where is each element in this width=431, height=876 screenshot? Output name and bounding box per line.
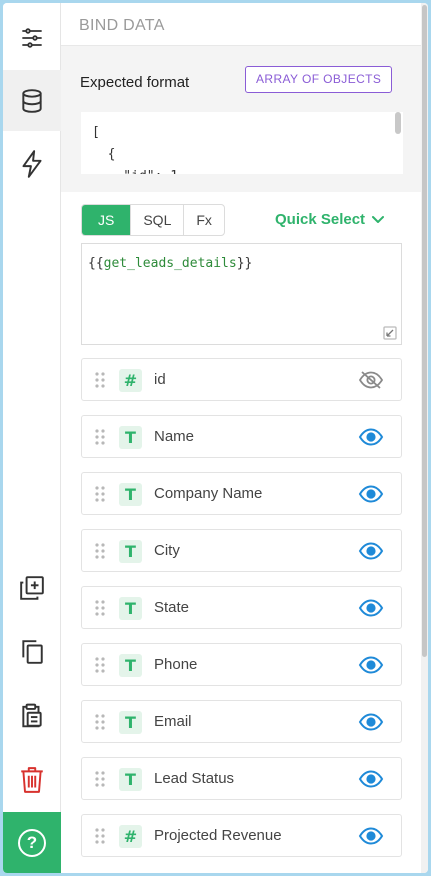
code-open-braces: {{ <box>88 256 104 271</box>
eye-icon[interactable] <box>358 597 384 624</box>
preview-scrollbar[interactable] <box>395 112 401 134</box>
column-name: id <box>154 371 166 388</box>
column-name: Projected Revenue <box>154 827 282 844</box>
preview-line: "id": 1 <box>92 166 403 174</box>
code-editor[interactable]: {{get_leads_details}} <box>81 243 402 345</box>
drag-handle-icon[interactable] <box>94 599 106 622</box>
drag-handle-icon[interactable] <box>94 656 106 679</box>
drag-handle-icon[interactable] <box>94 713 106 736</box>
panel-scrollbar[interactable] <box>421 3 428 873</box>
left-rail: ? <box>3 3 61 873</box>
drag-handle-icon[interactable] <box>94 485 106 508</box>
drag-handle-icon[interactable] <box>94 542 106 565</box>
column-row[interactable]: T Lead Status <box>81 757 402 800</box>
column-row[interactable]: T Name <box>81 415 402 458</box>
drag-handle-icon[interactable] <box>94 371 106 394</box>
code-variable: get_leads_details <box>103 256 237 271</box>
code-close-braces: }} <box>236 256 253 271</box>
panel-title: BIND DATA <box>79 17 165 34</box>
bind-data-panel: BIND DATA Expected format ARRAY OF OBJEC… <box>61 3 421 873</box>
text-type-icon: T <box>119 483 142 506</box>
database-icon[interactable] <box>3 70 61 131</box>
lightning-icon[interactable] <box>3 135 61 193</box>
quick-select-button[interactable]: Quick Select <box>275 211 385 228</box>
column-row[interactable]: T City <box>81 529 402 572</box>
eye-icon[interactable] <box>358 540 384 567</box>
column-row[interactable]: T Company Name <box>81 472 402 515</box>
eye-icon[interactable] <box>358 654 384 681</box>
text-type-icon: T <box>119 768 142 791</box>
column-name: Name <box>154 428 195 445</box>
text-type-icon: T <box>119 540 142 563</box>
format-badge: ARRAY OF OBJECTS <box>245 66 393 93</box>
column-row[interactable]: T Phone <box>81 643 402 686</box>
duplicate-icon[interactable] <box>3 623 61 681</box>
column-row[interactable]: T State <box>81 586 402 629</box>
settings-sliders-icon[interactable] <box>3 9 61 67</box>
quick-select-label: Quick Select <box>275 211 366 228</box>
text-type-icon: T <box>119 711 142 734</box>
drag-handle-icon[interactable] <box>94 770 106 793</box>
number-type-icon: # <box>119 369 142 392</box>
drag-handle-icon[interactable] <box>94 827 106 850</box>
add-copy-icon[interactable] <box>3 559 61 617</box>
chevron-down-icon <box>372 215 385 223</box>
expand-icon[interactable] <box>383 326 397 340</box>
number-type-icon: # <box>119 825 142 848</box>
format-preview[interactable]: [ { "id": 1 <box>81 112 403 174</box>
text-type-icon: T <box>119 426 142 449</box>
column-name: Lead Status <box>154 770 235 787</box>
tab-js[interactable]: JS <box>82 205 132 235</box>
eye-icon[interactable] <box>358 426 384 453</box>
column-row[interactable]: # Projected Revenue <box>81 814 402 857</box>
eye-icon[interactable] <box>358 483 384 510</box>
scrollbar-thumb[interactable] <box>422 5 427 657</box>
column-name: City <box>154 542 180 559</box>
column-row[interactable]: # id <box>81 358 402 401</box>
column-name: State <box>154 599 190 616</box>
delete-icon[interactable] <box>3 751 61 809</box>
eye-icon[interactable] <box>358 825 384 852</box>
drag-handle-icon[interactable] <box>94 428 106 451</box>
help-button[interactable]: ? <box>3 812 61 873</box>
eye-icon[interactable] <box>358 768 384 795</box>
column-name: Phone <box>154 656 198 673</box>
expected-format-label: Expected format <box>80 74 190 91</box>
query-mode-tabs: JS SQL Fx <box>81 204 225 236</box>
preview-line: [ <box>92 125 100 140</box>
eye-icon[interactable] <box>358 711 384 738</box>
clipboard-icon[interactable] <box>3 687 61 745</box>
tab-sql[interactable]: SQL <box>131 205 185 235</box>
column-name: Email <box>154 713 192 730</box>
help-icon: ? <box>18 828 46 857</box>
column-name: Company Name <box>154 485 263 502</box>
text-type-icon: T <box>119 597 142 620</box>
column-row[interactable]: T Email <box>81 700 402 743</box>
tab-fx[interactable]: Fx <box>184 205 224 235</box>
app-frame: ? BIND DATA Expected format ARRAY OF OBJ… <box>3 3 428 873</box>
preview-line: { <box>92 147 116 162</box>
text-type-icon: T <box>119 654 142 677</box>
eye-off-icon[interactable] <box>358 369 384 396</box>
expected-format-section: Expected format ARRAY OF OBJECTS [ { "id… <box>61 46 421 192</box>
